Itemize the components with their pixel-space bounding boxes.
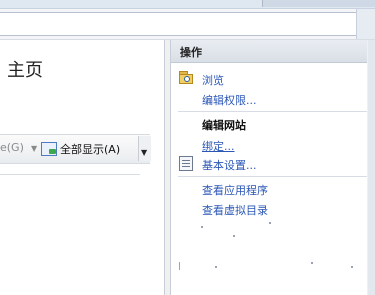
noise-dot — [215, 266, 217, 268]
basic-settings-link[interactable]: 基本设置... — [202, 157, 257, 173]
bindings-link[interactable]: 绑定... — [202, 138, 235, 154]
view-virtual-directories-link[interactable]: 查看虚拟目录 — [202, 202, 268, 218]
noise-dot — [201, 226, 203, 228]
chevron-down-icon: ▼ — [141, 148, 148, 157]
noise-dot — [351, 266, 353, 268]
address-bar-area — [0, 9, 375, 40]
pane-scroll-edge — [368, 40, 375, 295]
window-top-chrome — [0, 0, 375, 9]
address-bar[interactable] — [0, 12, 357, 36]
toolbar-overflow-button[interactable]: ▼ — [138, 136, 151, 161]
chevron-down-icon[interactable]: ▼ — [31, 144, 37, 153]
content-pane: 主页 e(G) ▼ 全部显示(A) ▼ — [0, 40, 165, 295]
content-toolbar: e(G) ▼ 全部显示(A) ▼ — [0, 134, 151, 164]
show-all-button[interactable]: 全部显示(A) — [60, 141, 120, 157]
folder-browse-icon — [179, 71, 193, 84]
browse-link[interactable]: 浏览 — [202, 72, 224, 88]
content-divider — [0, 174, 140, 175]
noise-dot — [269, 222, 271, 224]
actions-pane: 操作 浏览 编辑权限... 编辑网站 绑定... 基本设置... 查看应用程序 … — [170, 40, 375, 295]
actions-header: 操作 — [171, 40, 367, 63]
edit-permissions-link[interactable]: 编辑权限... — [202, 92, 257, 108]
address-bar-corner — [356, 9, 375, 39]
toolbar-partial-button[interactable]: e(G) — [0, 141, 24, 154]
window-frame-edge — [262, 0, 375, 7]
view-applications-link[interactable]: 查看应用程序 — [202, 182, 268, 198]
page-title: 主页 — [7, 60, 43, 81]
noise-dot — [233, 235, 235, 237]
actions-divider — [178, 176, 367, 177]
actions-header-label: 操作 — [180, 46, 202, 59]
settings-form-icon — [179, 156, 193, 171]
actions-divider — [178, 111, 367, 112]
noise-dot — [311, 262, 313, 264]
edit-site-section-title: 编辑网站 — [202, 119, 246, 132]
noise-dot — [179, 262, 180, 270]
show-all-icon — [41, 142, 57, 156]
